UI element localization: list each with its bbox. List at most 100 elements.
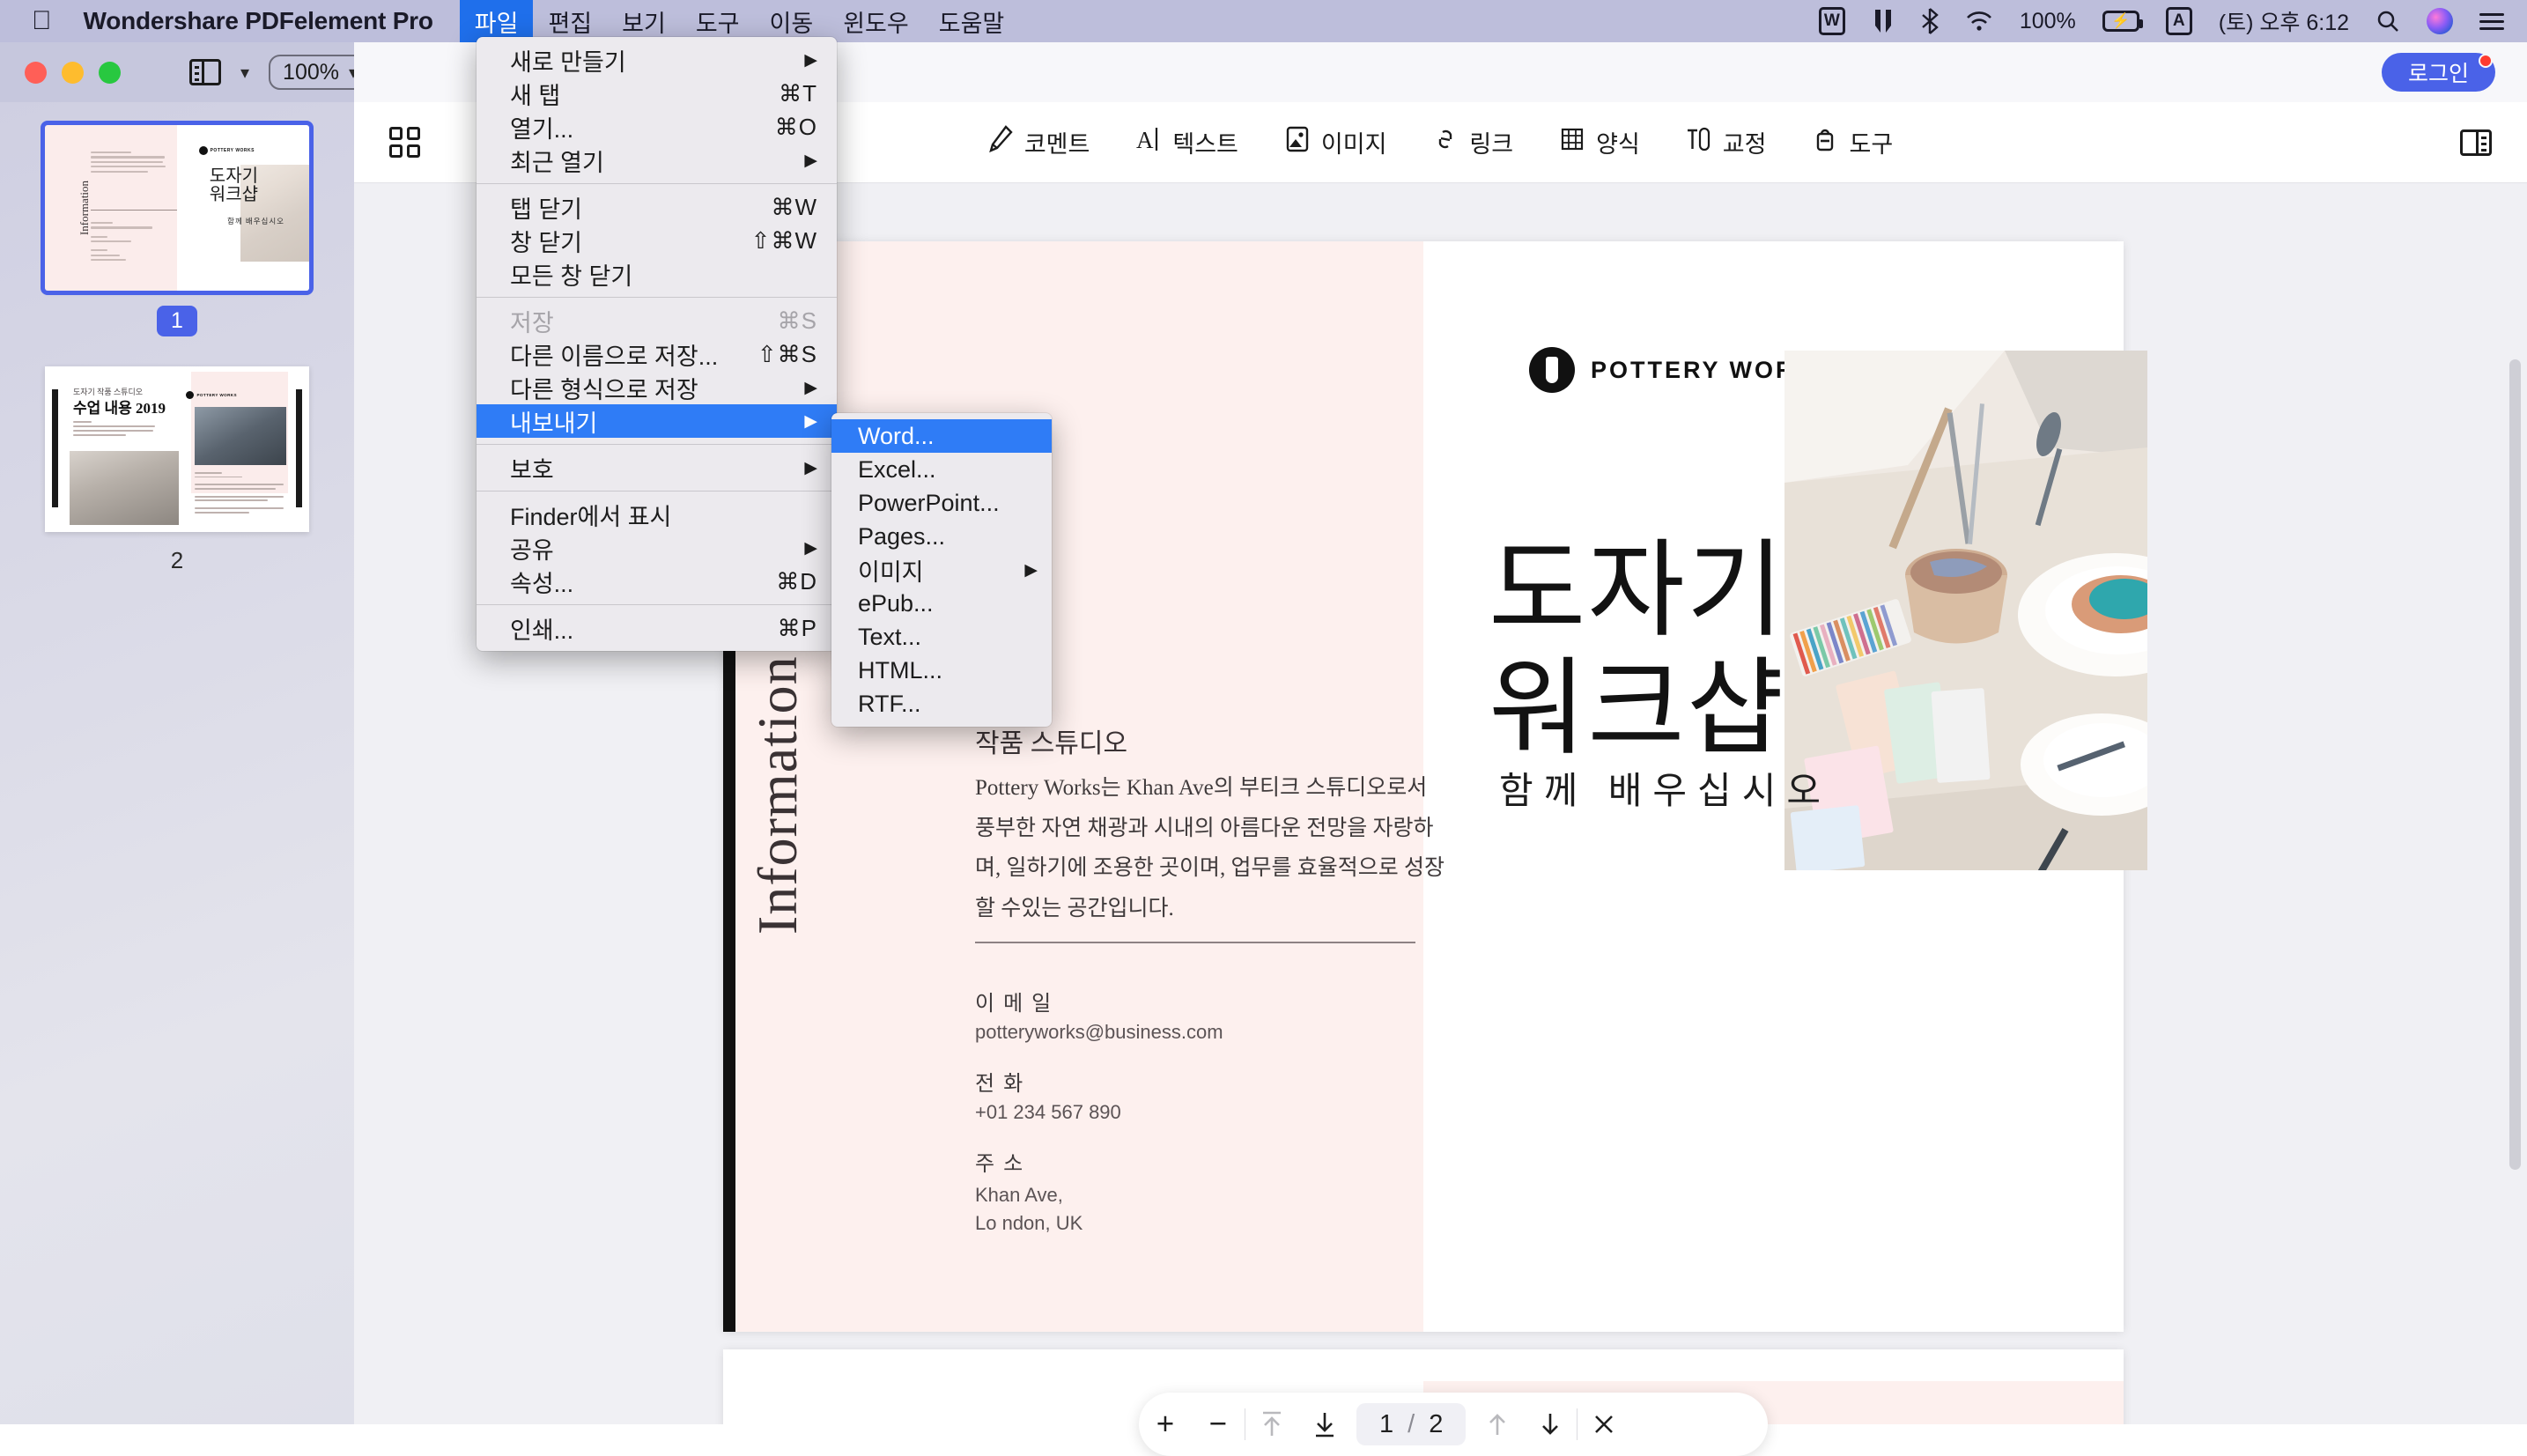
export-submenu-item[interactable]: RTF... [831,687,1052,721]
first-page-button[interactable] [1245,1393,1298,1456]
export-submenu-item[interactable]: HTML... [831,654,1052,687]
thumb-heading: 수업 내용 2019 [73,400,166,417]
chevron-down-icon[interactable]: ▾ [240,62,249,84]
apple-logo-icon[interactable]:  [32,8,52,34]
previous-page-button[interactable] [1471,1393,1524,1456]
file-menu-item[interactable]: 창 닫기 ⇧⌘W [477,224,837,257]
file-menu-item[interactable]: 다른 이름으로 저장... ⇧⌘S [477,337,837,371]
menu-separator [477,183,837,184]
export-submenu-item-label: Excel... [858,455,936,483]
page-thumbnail[interactable]: Information POTTERY WORKS 도자기 워크샵 함께 배우십시… [41,121,314,295]
menu-items: 파일 편집 보기 도구 이동 윈도우 도움말 [459,0,1020,42]
search-icon[interactable] [2376,9,2400,33]
export-submenu-item[interactable]: ePub... [831,587,1052,620]
maximize-window-button[interactable] [99,61,121,84]
file-menu-item[interactable]: 탭 닫기 ⌘W [477,190,837,224]
zoom-out-button[interactable]: − [1192,1393,1245,1456]
menu-item-window[interactable]: 윈도우 [828,0,924,42]
file-menu-item[interactable]: 내보내기 ▶ [477,404,837,438]
file-menu-item[interactable]: 인쇄... ⌘P [477,611,837,645]
page-separator: / [1408,1409,1415,1438]
next-page-button[interactable] [1524,1393,1577,1456]
toolbar-tab-tools[interactable]: 도구 [1812,124,1893,160]
export-submenu-item[interactable]: Text... [831,620,1052,654]
siri-icon[interactable] [2427,8,2453,34]
menu-item-help[interactable]: 도움말 [924,0,1020,42]
file-menu-item[interactable]: 모든 창 닫기 [477,257,837,291]
thumbnail-item-2[interactable]: 도자기 작품 스튜디오 수업 내용 2019 POTTERY WORKS 2 [0,366,354,574]
close-nav-button[interactable] [1578,1393,1630,1456]
toolbar-tab-comment[interactable]: 코멘트 [987,124,1090,160]
cover-title: 도자기 워크샵 [1489,532,1785,769]
cover-title-line1: 도자기 [1489,532,1786,649]
file-menu-item[interactable]: 열기... ⌘O [477,110,837,144]
export-submenu-item[interactable]: PowerPoint... [831,486,1052,520]
toolbar-tab-image[interactable]: 이미지 [1284,124,1386,160]
file-menu-item[interactable]: 새로 만들기 ▶ [477,43,837,77]
thumb-subtitle: 함께 배우십시오 [227,217,284,225]
cover-photo [1784,351,2147,870]
contact-label-email: 이 메 일 [975,993,1053,1016]
grid-view-icon[interactable] [389,127,420,158]
contact-value-address: Khan Ave, Lo ndon, UK [975,1184,1083,1234]
export-submenu-dropdown[interactable]: Word... Excel... PowerPoint... Pages... 이미지 ▶… [831,413,1052,727]
control-center-icon[interactable] [2479,12,2504,30]
window-traffic-lights [25,61,121,84]
file-menu-item[interactable]: 속성... ⌘D [477,565,837,598]
thumbnail-page-number: 1 [157,306,197,336]
export-submenu-item-label: Text... [858,623,922,650]
sidebar-panel-icon[interactable] [189,59,221,85]
menu-item-go[interactable]: 이동 [755,0,829,42]
file-menu-item[interactable]: 공유 ▶ [477,531,837,565]
toolbar-tab-link[interactable]: 링크 [1432,124,1513,160]
export-submenu-item[interactable]: 이미지 ▶ [831,553,1052,587]
section-body-text: Pottery Works는 Khan Ave의 부티크 스튜디오로서 풍부한 … [975,776,1445,920]
thumbnail-item-1[interactable]: Information POTTERY WORKS 도자기 워크샵 함께 배우십시… [0,121,354,336]
file-menu-item-shortcut: ⌘W [771,193,817,220]
minimize-window-button[interactable] [62,61,84,84]
file-menu-item-label: 탭 닫기 [510,196,583,223]
zoom-in-button[interactable]: + [1139,1393,1192,1456]
menubar-status-area: W 100% ⚡ A (토) 오후 6:12 [1818,5,2504,37]
page-navigation-bar: + − 1 / 2 [1139,1393,1768,1456]
file-menu-item[interactable]: 보호 ▶ [477,451,837,484]
right-panel-toggle-icon[interactable] [2460,129,2492,156]
wps-office-icon[interactable]: W [1818,7,1845,35]
file-menu-item[interactable]: Finder에서 표시 [477,498,837,531]
comment-pen-icon [987,124,1014,160]
file-menu-dropdown[interactable]: 새로 만들기 ▶ 새 탭 ⌘T 열기... ⌘O 최근 열기 ▶ 탭 닫기 ⌘W 창 닫기 ⇧⌘W 모든… [477,37,837,651]
input-source-icon[interactable]: A [2165,7,2192,35]
menu-item-edit[interactable]: 편집 [533,0,607,42]
clock-label[interactable]: (토) 오후 6:12 [2219,5,2349,37]
menu-item-file[interactable]: 파일 [459,0,534,42]
file-menu-item-shortcut: ⇧⌘S [757,340,817,367]
sheets-icon[interactable] [1872,8,1895,34]
export-submenu-item[interactable]: Word... [831,419,1052,453]
thumbnail-sidebar[interactable]: Information POTTERY WORKS 도자기 워크샵 함께 배우십시… [0,102,354,1424]
page-thumbnail[interactable]: 도자기 작품 스튜디오 수업 내용 2019 POTTERY WORKS [45,366,309,532]
export-submenu-item[interactable]: Excel... [831,453,1052,486]
vertical-scrollbar[interactable] [2509,359,2521,1170]
thumb-spine-left [52,389,58,507]
file-menu-item-label: 속성... [510,570,574,597]
export-submenu-item[interactable]: Pages... [831,520,1052,553]
toolbar-tab-text[interactable]: A 텍스트 [1135,124,1238,160]
mac-menu-bar:  Wondershare PDFelement Pro 파일 편집 보기 도구… [0,0,2527,42]
toolbar-tab-form[interactable]: 양식 [1559,124,1640,160]
login-button[interactable]: 로그인 [2381,53,2495,92]
close-window-button[interactable] [25,61,47,84]
document-page-1[interactable]: Information 작품 스튜디오 Pottery Works는 Khan … [723,241,2147,1332]
link-icon [1432,124,1459,160]
bluetooth-icon[interactable] [1921,8,1939,34]
battery-charging-icon[interactable]: ⚡ [2102,11,2143,32]
file-menu-item[interactable]: 최근 열기 ▶ [477,144,837,177]
file-menu-item[interactable]: 다른 형식으로 저장 ▶ [477,371,837,404]
menu-item-view[interactable]: 보기 [607,0,681,42]
file-menu-item[interactable]: 새 탭 ⌘T [477,77,837,110]
last-page-button[interactable] [1298,1393,1351,1456]
thumb-contact-lines [91,222,168,263]
page-indicator[interactable]: 1 / 2 [1356,1403,1467,1445]
toolbar-tab-ocr[interactable]: 교정 [1686,124,1766,160]
wifi-icon[interactable] [1965,11,1993,32]
menu-item-tools[interactable]: 도구 [681,0,755,42]
